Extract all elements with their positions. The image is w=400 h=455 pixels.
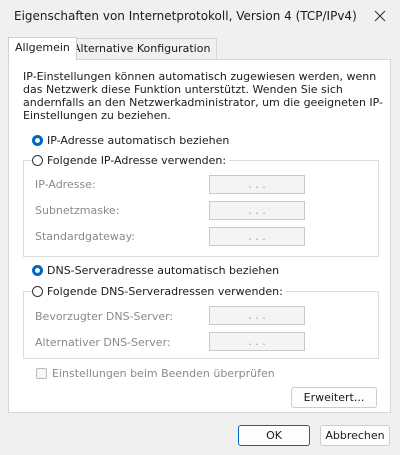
window-title: Eigenschaften von Internetprotokoll, Ver… xyxy=(14,9,357,23)
subnet-mask-field[interactable]: . . . xyxy=(209,201,305,220)
validate-on-exit-label: Einstellungen beim Beenden überprüfen xyxy=(52,367,275,380)
close-button[interactable] xyxy=(368,4,392,28)
radio-unselected-icon xyxy=(32,155,43,166)
checkbox-icon xyxy=(36,368,47,379)
tab-allgemein[interactable]: Allgemein xyxy=(8,37,77,60)
close-icon xyxy=(374,10,386,22)
cancel-button[interactable]: Abbrechen xyxy=(320,425,390,446)
ip-manual-radio[interactable]: Folgende IP-Adresse verwenden: xyxy=(32,154,230,167)
radio-unselected-icon xyxy=(32,286,43,297)
subnet-mask-label: Subnetzmaske: xyxy=(35,204,120,217)
dns-auto-radio[interactable]: DNS-Serveradresse automatisch beziehen xyxy=(32,264,279,277)
dns-manual-radio[interactable]: Folgende DNS-Serveradressen verwenden: xyxy=(32,285,286,298)
description-text: IP-Einstellungen können automatisch zuge… xyxy=(23,70,384,122)
radio-selected-icon xyxy=(32,265,43,276)
ok-button[interactable]: OK xyxy=(238,425,310,446)
general-panel: IP-Einstellungen können automatisch zuge… xyxy=(8,59,391,413)
preferred-dns-field[interactable]: . . . xyxy=(209,306,305,325)
alternate-dns-field[interactable]: . . . xyxy=(209,332,305,351)
ip-auto-label: IP-Adresse automatisch beziehen xyxy=(47,134,230,147)
radio-selected-icon xyxy=(32,135,43,146)
ip-auto-radio[interactable]: IP-Adresse automatisch beziehen xyxy=(32,134,229,147)
tab-alternative-konfiguration[interactable]: Alternative Konfiguration xyxy=(66,38,218,59)
dns-manual-label: Folgende DNS-Serveradressen verwenden: xyxy=(47,285,283,298)
ip-address-label: IP-Adresse: xyxy=(35,178,96,191)
default-gateway-field[interactable]: . . . xyxy=(209,227,305,246)
ip-address-field[interactable]: . . . xyxy=(209,175,305,194)
ip-manual-label: Folgende IP-Adresse verwenden: xyxy=(47,154,227,167)
default-gateway-label: Standardgateway: xyxy=(35,230,135,243)
title-bar: Eigenschaften von Internetprotokoll, Ver… xyxy=(0,0,400,32)
validate-on-exit-checkbox[interactable]: Einstellungen beim Beenden überprüfen xyxy=(36,367,275,380)
advanced-button[interactable]: Erweitert... xyxy=(291,387,377,408)
preferred-dns-label: Bevorzugter DNS-Server: xyxy=(35,310,174,323)
dns-auto-label: DNS-Serveradresse automatisch beziehen xyxy=(47,264,280,277)
alternate-dns-label: Alternativer DNS-Server: xyxy=(35,336,171,349)
